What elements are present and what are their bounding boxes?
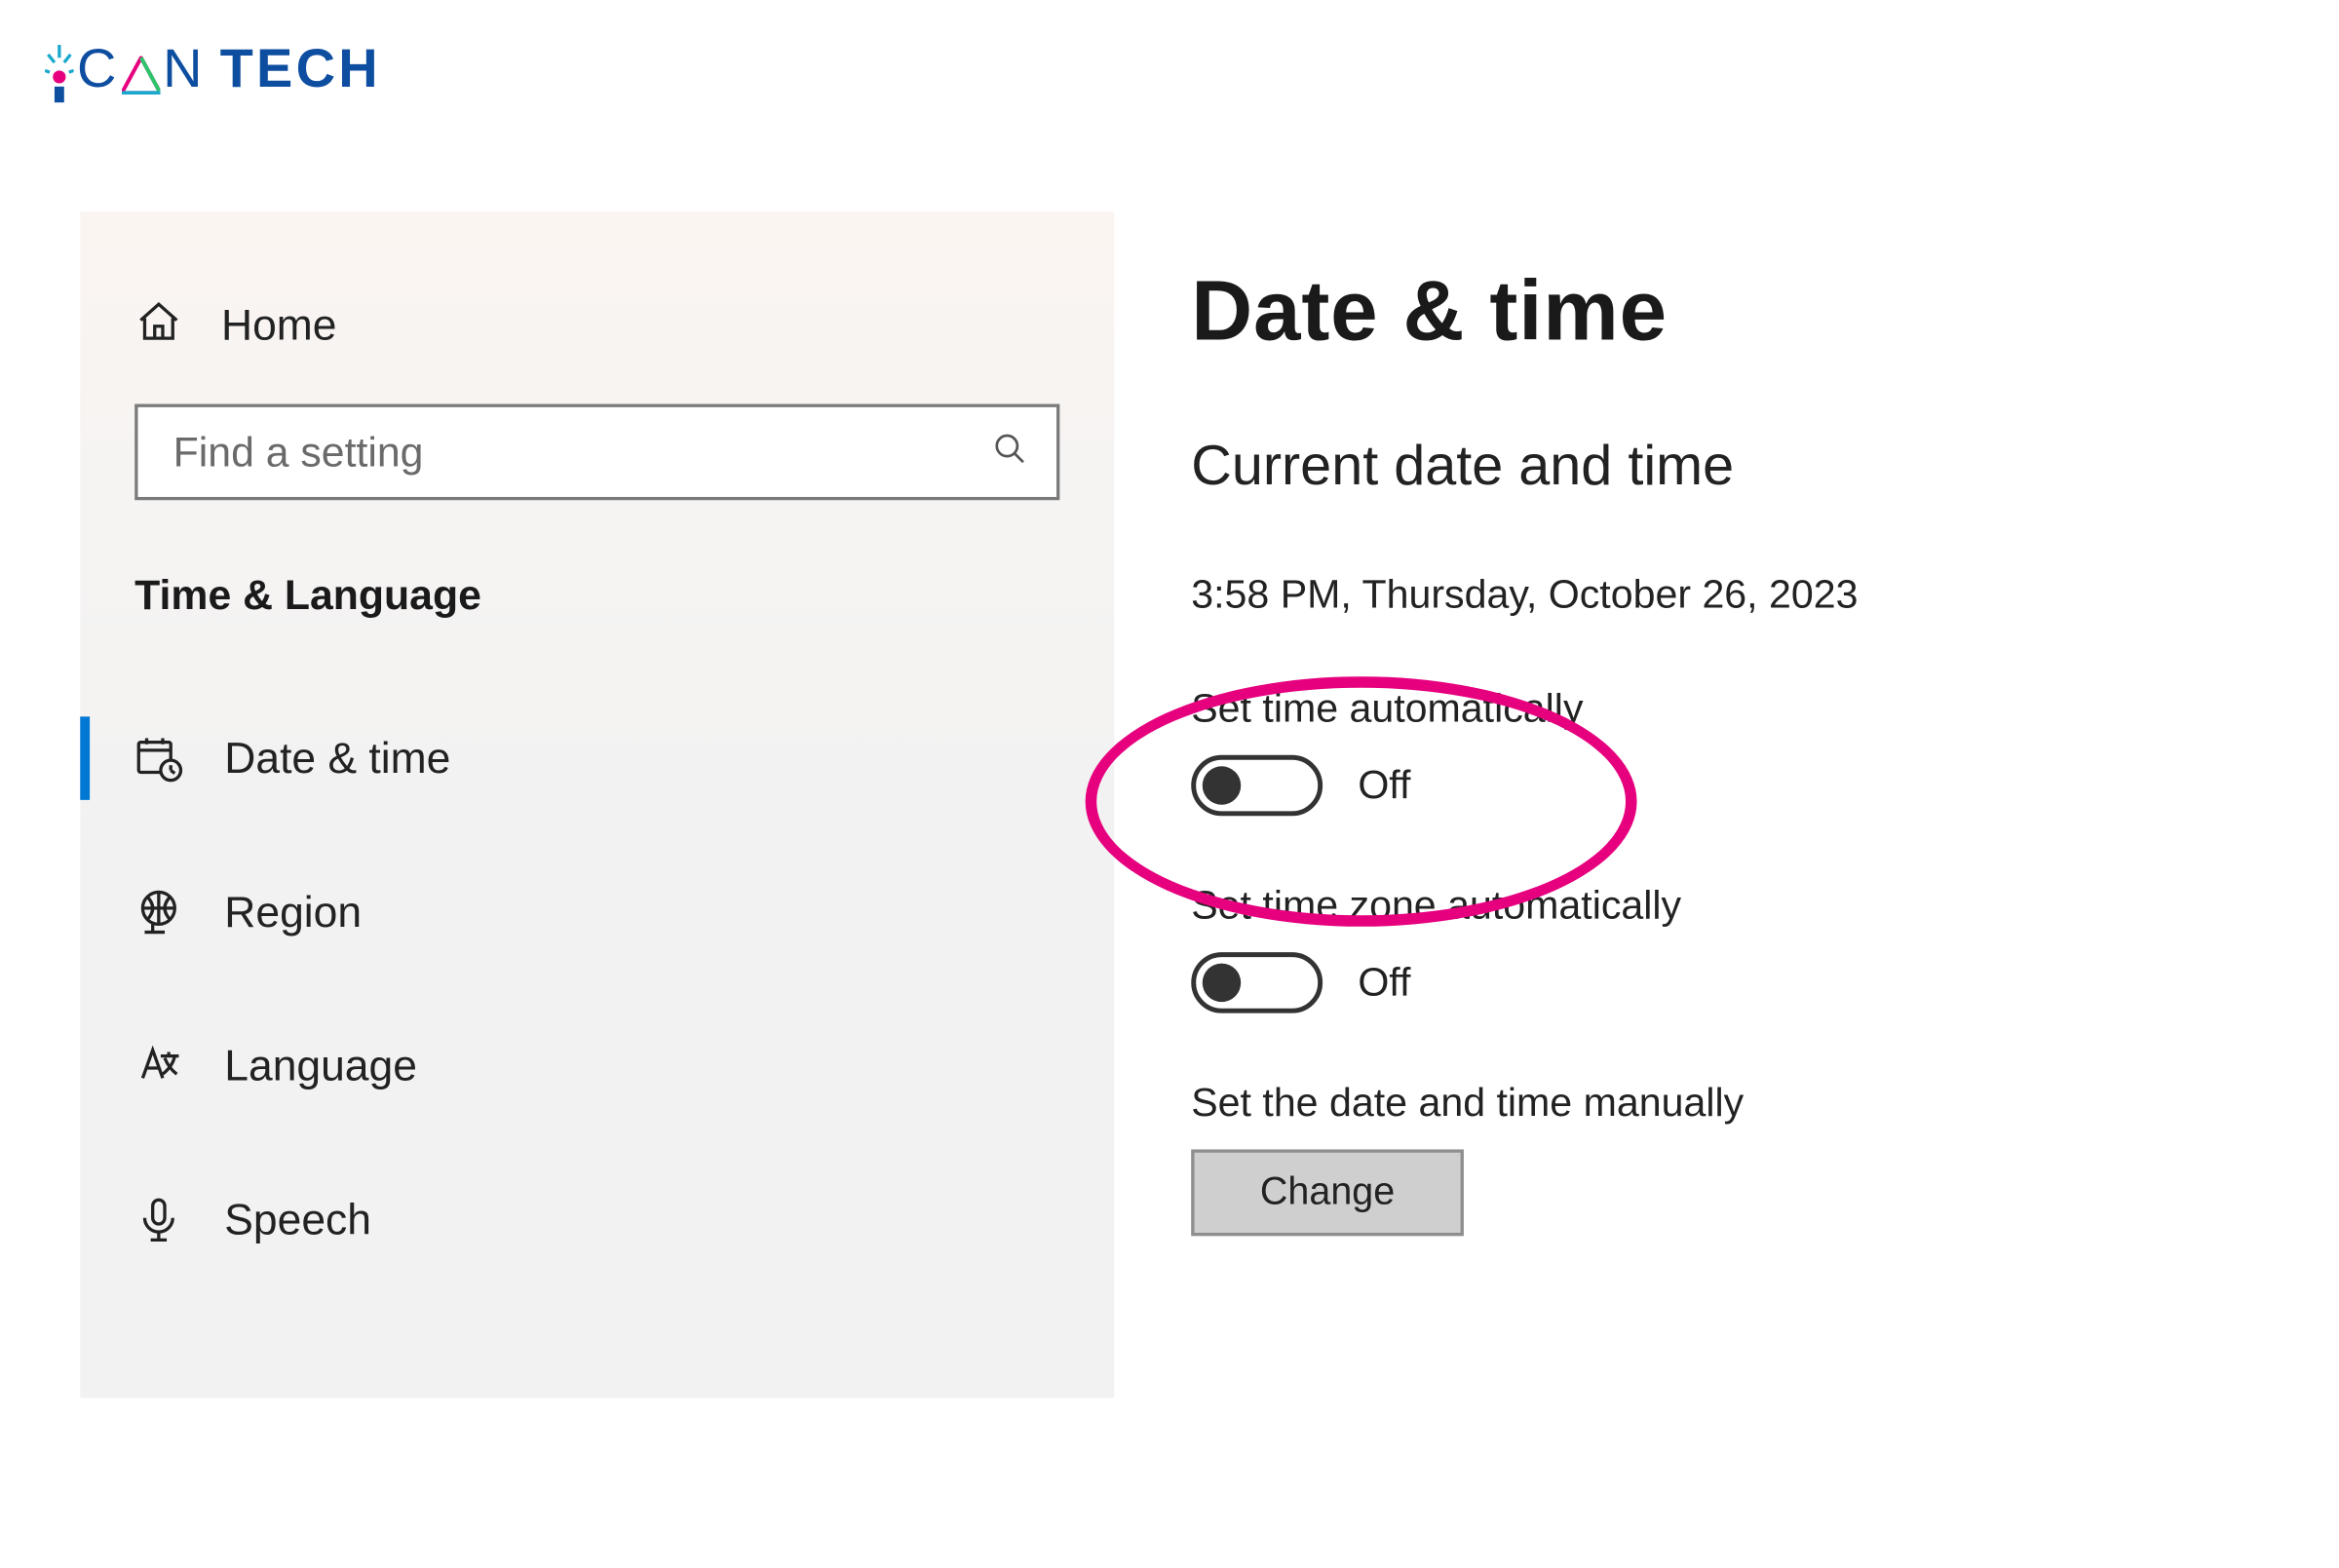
setting-set-time-auto: Set time automatically Off: [1191, 686, 2260, 816]
sidebar-item-label: Language: [224, 1041, 417, 1090]
logo-ican-text: C N: [45, 35, 204, 102]
sidebar-item-date-time[interactable]: Date & time: [80, 704, 1114, 813]
current-datetime-value: 3:58 PM, Thursday, October 26, 2023: [1191, 572, 2260, 619]
sidebar-category-title: Time & Language: [134, 571, 1114, 621]
search-icon: [992, 431, 1027, 474]
sidebar-home-label: Home: [221, 300, 336, 350]
sidebar-item-label: Speech: [224, 1195, 371, 1244]
sidebar-item-region[interactable]: Region: [80, 858, 1114, 967]
sidebar-item-language[interactable]: Language: [80, 1012, 1114, 1121]
set-tz-auto-toggle[interactable]: [1191, 952, 1323, 1013]
microphone-icon: [134, 1196, 182, 1243]
section-current-date-time: Current date and time: [1191, 435, 2260, 499]
brand-logo: C N TECH: [45, 35, 381, 102]
sidebar-item-label: Region: [224, 888, 362, 937]
language-icon: [134, 1042, 182, 1090]
sidebar-item-speech[interactable]: Speech: [80, 1166, 1114, 1275]
set-time-auto-state: Off: [1358, 762, 1410, 809]
set-manual-label: Set the date and time manually: [1191, 1081, 2260, 1128]
toggle-knob: [1203, 964, 1241, 1002]
bulb-i-icon: [45, 35, 74, 102]
search-input[interactable]: [173, 427, 993, 477]
setting-set-manual: Set the date and time manually Change: [1191, 1081, 2260, 1237]
set-time-auto-toggle[interactable]: [1191, 755, 1323, 817]
change-button[interactable]: Change: [1191, 1149, 1464, 1236]
sidebar-item-label: Date & time: [224, 734, 450, 784]
logo-tech-text: TECH: [220, 38, 381, 100]
set-tz-auto-state: Off: [1358, 960, 1410, 1007]
toggle-knob: [1203, 766, 1241, 804]
set-tz-auto-label: Set time zone automatically: [1191, 883, 2260, 930]
setting-set-timezone-auto: Set time zone automatically Off: [1191, 883, 2260, 1013]
main-panel: Date & time Current date and time 3:58 P…: [1114, 211, 2260, 1397]
search-input-container[interactable]: [134, 404, 1059, 501]
calendar-clock-icon: [134, 734, 182, 782]
page-title: Date & time: [1191, 263, 2260, 361]
sidebar-home[interactable]: Home: [80, 283, 1114, 369]
logo-letter-n: N: [163, 38, 204, 100]
set-time-auto-label: Set time automatically: [1191, 686, 2260, 733]
globe-icon: [134, 888, 182, 936]
triangle-a-icon: [121, 57, 159, 95]
home-icon: [134, 297, 182, 354]
settings-window: Home Time & Language: [80, 211, 2260, 1397]
settings-sidebar: Home Time & Language: [80, 211, 1114, 1397]
logo-letter-c: C: [77, 38, 118, 100]
